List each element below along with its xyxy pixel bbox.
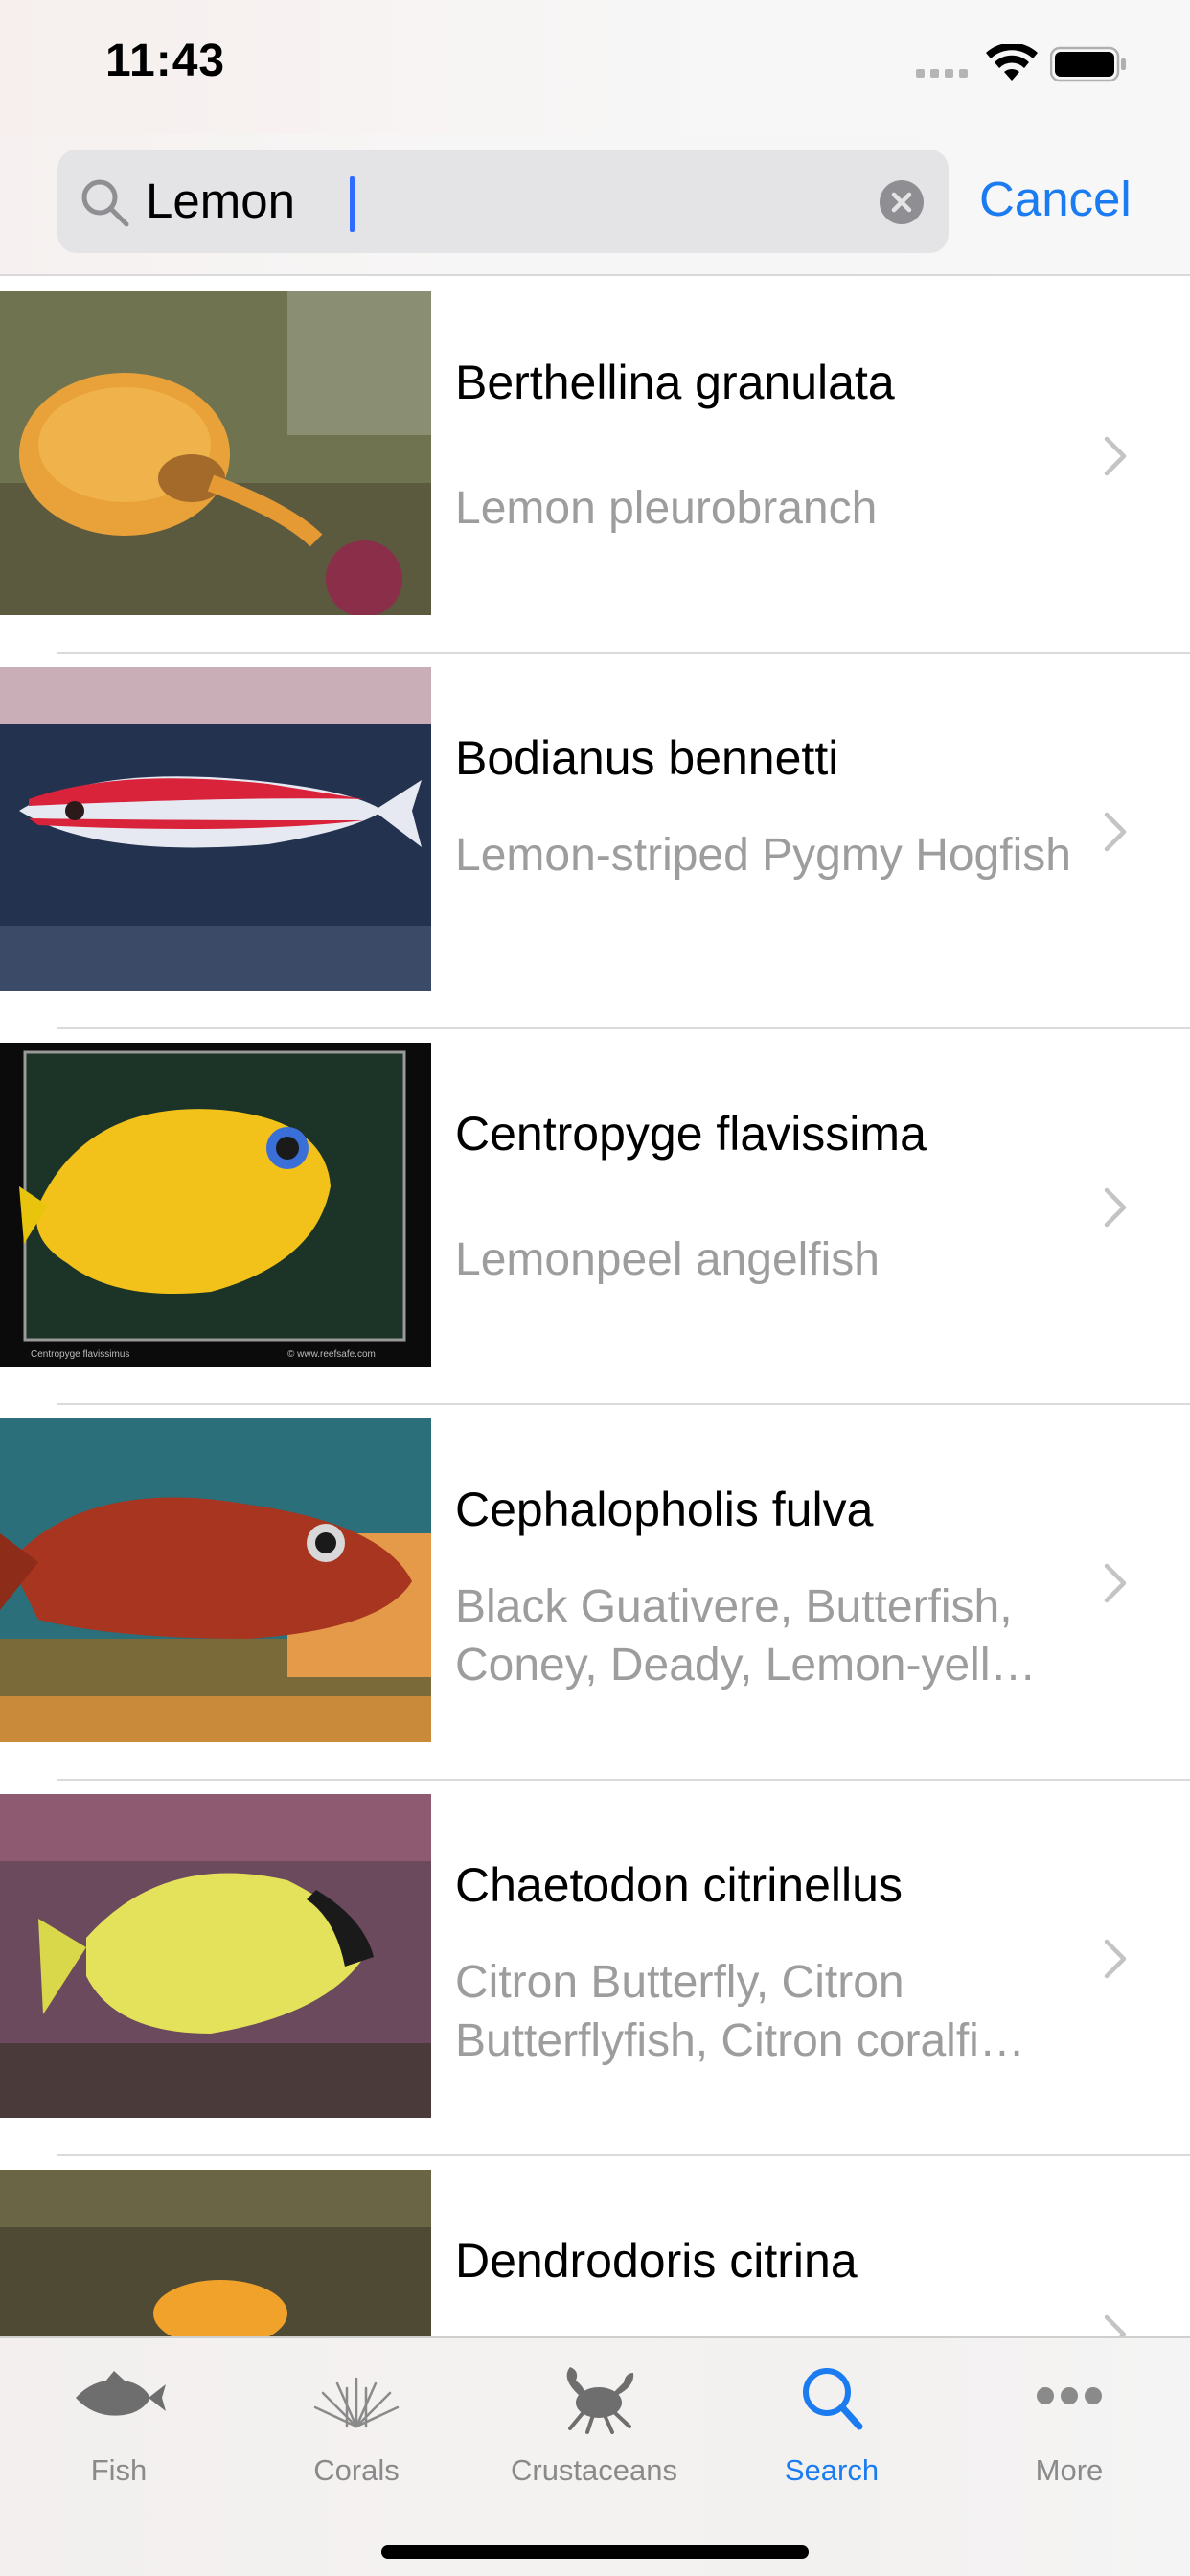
crab-icon [566,2367,634,2434]
list-item[interactable]: Berthellina granulata Lemon pleurobranch [0,278,1190,654]
chevron-right-icon [1104,2314,1127,2336]
tab-crustaceans[interactable]: Crustaceans [475,2338,713,2511]
clear-icon[interactable] [880,180,924,224]
cancel-button[interactable]: Cancel [979,171,1132,227]
search-icon [803,2368,863,2430]
scientific-name: Dendrodoris citrina [455,2234,858,2288]
scientific-name: Bodianus bennetti [455,731,839,785]
tab-label: Corals [313,2453,400,2487]
coral-icon [313,2377,400,2428]
home-indicator[interactable] [381,2545,809,2559]
list-item[interactable]: Centropyge flavissimus © www.reefsafe.co… [0,1029,1190,1405]
photo-caption-right: © www.reefsafe.com [287,1349,376,1360]
status-bar: 11:43 [0,0,1190,134]
text-caret [350,176,355,232]
chevron-right-icon [1104,1187,1127,1228]
chevron-right-icon [1104,1939,1127,1979]
species-photo [0,291,431,615]
species-photo [0,667,431,991]
status-time: 11:43 [105,35,226,86]
list-item[interactable]: Dendrodoris citrina [0,2156,1190,2336]
common-name: Lemon-striped Pygmy Hogfish [455,830,1071,881]
chevron-right-icon [1104,436,1127,476]
tab-search[interactable]: Search [713,2338,950,2511]
common-name: Lemonpeel angelfish [455,1234,880,1285]
tab-more[interactable]: More [950,2338,1188,2511]
species-photo [0,2170,431,2336]
scientific-name: Berthellina granulata [455,356,895,409]
tab-label: More [1035,2453,1104,2487]
search-input[interactable] [146,150,912,253]
list-item[interactable]: Chaetodon citrinellus Citron Butterfly, … [0,1781,1190,2156]
tab-fish[interactable]: Fish [0,2338,238,2511]
tab-label: Crustaceans [510,2453,678,2487]
list-item[interactable]: Bodianus bennetti Lemon-striped Pygmy Ho… [0,654,1190,1029]
common-name: Citron Butterfly, Citron Butterflyfish, … [455,1957,1025,2066]
search-header: Cancel [0,134,1190,276]
scientific-name: Cephalopholis fulva [455,1483,874,1536]
cellular-signal-icon [916,69,968,78]
common-name: Lemon pleurobranch [455,483,878,534]
tab-label: Fish [90,2453,148,2487]
list-item[interactable]: Cephalopholis fulva Black Guativere, But… [0,1405,1190,1781]
search-icon [81,179,129,227]
tab-bar: Fish Corals Crustaceans Search More [0,2336,1190,2576]
tab-label: Search [784,2453,880,2487]
wifi-icon [986,44,1038,80]
tab-corals[interactable]: Corals [238,2338,475,2511]
battery-icon [1050,46,1126,82]
scientific-name: Chaetodon citrinellus [455,1858,903,1912]
fish-icon [76,2371,166,2416]
species-photo: Centropyge flavissimus © www.reefsafe.co… [0,1043,431,1367]
species-photo [0,1418,431,1742]
species-photo [0,1794,431,2118]
result-list[interactable]: Berthellina granulata Lemon pleurobranch… [0,278,1190,2336]
chevron-right-icon [1104,1563,1127,1603]
common-name: Black Guativere, Butterfish, Coney, Dead… [455,1581,1037,1690]
more-icon [1037,2387,1102,2404]
chevron-right-icon [1104,812,1127,852]
photo-caption-left: Centropyge flavissimus [31,1349,129,1360]
scientific-name: Centropyge flavissima [455,1107,927,1161]
search-field[interactable] [57,150,949,253]
